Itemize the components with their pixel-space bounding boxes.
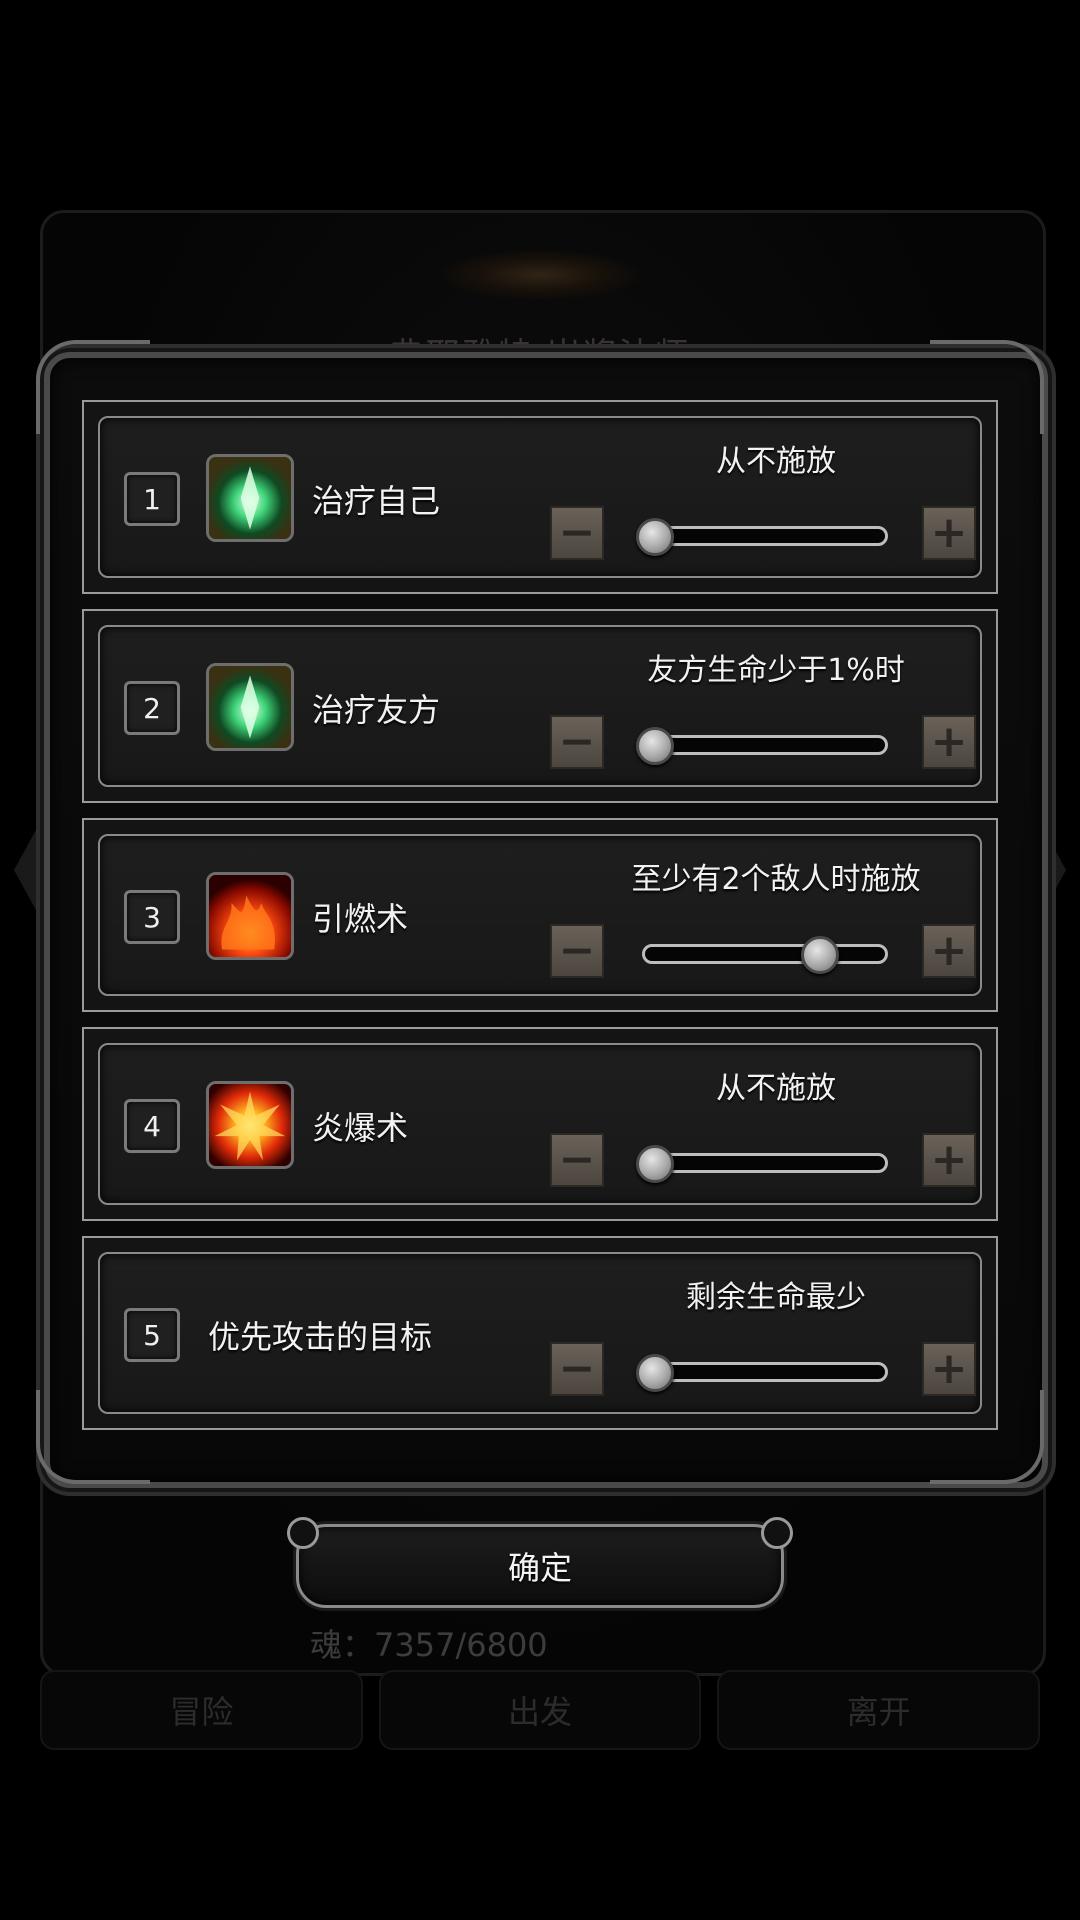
condition-slider[interactable] <box>642 735 888 755</box>
green-crystal-icon <box>206 663 294 751</box>
decrease-button[interactable]: − <box>550 506 604 560</box>
condition-text: 至少有2个敌人时施放 <box>631 862 921 897</box>
decrease-button[interactable]: − <box>550 924 604 978</box>
skill-row: 5 优先攻击的目标 剩余生命最少 − + <box>82 1236 998 1430</box>
slider-knob[interactable] <box>800 936 839 974</box>
decrease-button[interactable]: − <box>550 1342 604 1396</box>
condition-text: 从不施放 <box>716 1071 836 1106</box>
increase-button[interactable]: + <box>922 924 976 978</box>
increase-button[interactable]: + <box>922 715 976 769</box>
slider-knob[interactable] <box>636 1354 674 1392</box>
row-number: 3 <box>124 890 180 944</box>
background-tabs: 冒险 出发 离开 <box>40 1670 1041 1750</box>
condition-text: 剩余生命最少 <box>686 1280 866 1315</box>
condition-text: 友方生命少于1%时 <box>647 653 905 688</box>
tab-leave: 离开 <box>717 1670 1041 1750</box>
condition-slider[interactable] <box>642 1362 888 1382</box>
skill-name: 治疗友方 <box>312 691 441 729</box>
condition-slider[interactable] <box>642 526 888 546</box>
left-arrow-icon <box>14 830 36 910</box>
increase-button[interactable]: + <box>922 1342 976 1396</box>
soul-counter: 魂：7357/6800 <box>310 1626 548 1664</box>
increase-button[interactable]: + <box>922 506 976 560</box>
green-crystal-icon <box>206 454 294 542</box>
condition-slider[interactable] <box>642 1153 888 1173</box>
tab-adventure: 冒险 <box>40 1670 363 1750</box>
decrease-button[interactable]: − <box>550 1133 604 1187</box>
skill-row: 2 治疗友方 友方生命少于1%时 − + <box>82 609 998 803</box>
fire-icon <box>206 872 294 960</box>
row-number: 2 <box>124 681 180 735</box>
skill-name: 优先攻击的目标 <box>208 1318 433 1356</box>
skill-row: 3 引燃术 至少有2个敌人时施放 − + <box>82 818 998 1012</box>
condition-text: 从不施放 <box>716 444 836 479</box>
skill-name: 引燃术 <box>312 900 409 938</box>
slider-knob[interactable] <box>636 518 674 556</box>
tab-depart: 出发 <box>378 1670 702 1750</box>
increase-button[interactable]: + <box>922 1133 976 1187</box>
skill-name: 治疗自己 <box>312 482 441 520</box>
emblem-icon <box>440 250 640 300</box>
skill-row: 1 治疗自己 从不施放 − + <box>82 400 998 594</box>
row-number: 4 <box>124 1099 180 1153</box>
fire-burst-icon <box>206 1081 294 1169</box>
decrease-button[interactable]: − <box>550 715 604 769</box>
row-number: 1 <box>124 472 180 526</box>
slider-knob[interactable] <box>636 1145 674 1183</box>
skill-row: 4 炎爆术 从不施放 − + <box>82 1027 998 1221</box>
skill-name: 炎爆术 <box>312 1109 409 1147</box>
row-number: 5 <box>124 1308 180 1362</box>
slider-knob[interactable] <box>636 727 674 765</box>
skill-rows: 1 治疗自己 从不施放 − + 2 治疗友方 友方生命少于1%时 − + 3 引… <box>82 400 998 1445</box>
confirm-button[interactable]: 确定 <box>287 1517 793 1608</box>
condition-slider[interactable] <box>642 944 888 964</box>
